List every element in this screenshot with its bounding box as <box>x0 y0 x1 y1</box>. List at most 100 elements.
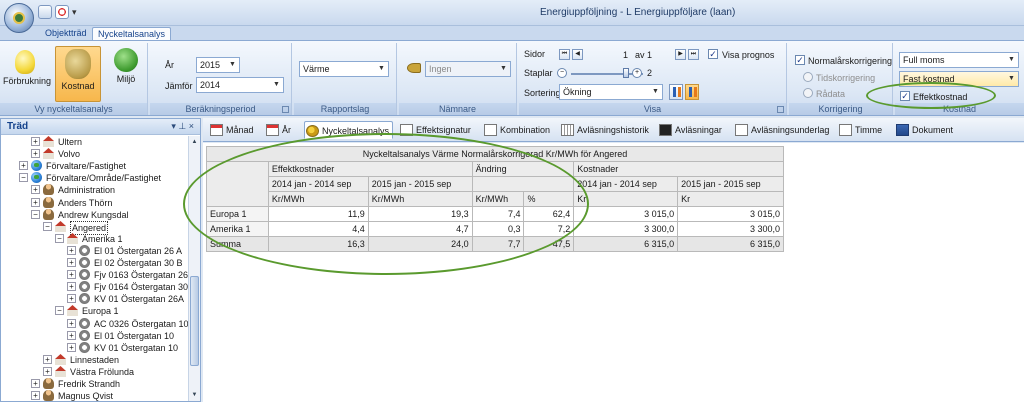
year-select[interactable]: 2015 ▼ <box>196 57 240 73</box>
tab-objekttrad[interactable]: Objektträd <box>40 27 92 40</box>
collapse-icon[interactable]: − <box>19 173 28 182</box>
collapse-icon[interactable]: − <box>43 222 52 231</box>
tree-node[interactable]: + Magnus Qvist <box>31 390 189 402</box>
dialog-launcher-icon[interactable] <box>282 106 289 113</box>
tree-node[interactable]: − Förvaltare/Område/Fastighet <box>19 172 189 184</box>
expand-icon[interactable]: + <box>31 391 40 400</box>
tab-dokument[interactable]: Dokument <box>895 121 956 139</box>
tree-node[interactable]: + El 02 Östergatan 30 B <box>67 257 189 269</box>
staplar-slider-thumb[interactable] <box>623 68 629 78</box>
tree-node[interactable]: + El 01 Östergatan 10 <box>67 330 189 342</box>
tab-label: Nyckeltalsanalys <box>322 126 390 136</box>
tab-avlasningshistorik[interactable]: Avläsningshistorik <box>560 121 652 139</box>
miljo-button[interactable]: Miljö <box>107 46 145 98</box>
collapse-icon[interactable]: − <box>55 306 64 315</box>
sort-descending-icon[interactable] <box>685 84 699 100</box>
tab-ar[interactable]: År <box>265 121 294 139</box>
tree-node[interactable]: + KV 01 Östergatan 10 <box>67 342 189 354</box>
table-row[interactable]: Amerika 1 4,4 4,7 0,3 7,2 3 300,0 3 300,… <box>206 221 784 237</box>
kostnad-button[interactable]: Kostnad <box>55 46 101 102</box>
tab-kombination[interactable]: Kombination <box>483 121 553 139</box>
tree-node[interactable]: − Europa 1 <box>55 305 189 317</box>
tab-manad[interactable]: Månad <box>209 121 257 139</box>
tree-node[interactable]: + Anders Thörn <box>31 197 189 209</box>
expand-icon[interactable]: + <box>31 379 40 388</box>
expand-icon[interactable]: + <box>67 258 76 267</box>
tree-node[interactable]: + Administration <box>31 184 189 196</box>
last-page-button[interactable]: ⏭ <box>688 49 699 60</box>
group-berakningsperiod: År 2015 ▼ Jämför 2014 ▼ Beräkningsperiod <box>150 43 292 115</box>
expand-icon[interactable]: + <box>43 355 52 364</box>
expand-icon[interactable]: + <box>67 331 76 340</box>
collapse-icon[interactable]: − <box>31 210 40 219</box>
collapse-icon[interactable]: − <box>55 234 64 243</box>
staplar-decrease-button[interactable]: − <box>557 68 567 78</box>
scroll-up-icon[interactable]: ▲ <box>190 137 199 147</box>
visa-prognos-checkbox[interactable]: ✓ <box>708 49 718 59</box>
tree-node[interactable]: + KV 01 Östergatan 26A <box>67 293 189 305</box>
namnare-select[interactable]: Ingen ▼ <box>425 61 511 77</box>
expand-icon[interactable]: + <box>67 246 76 255</box>
tab-nyckeltalsanalys-view[interactable]: Nyckeltalsanalys <box>304 121 394 139</box>
tree-node[interactable]: + Förvaltare/Fastighet <box>19 160 189 172</box>
unit-header: Kr/MWh <box>367 191 473 207</box>
fast-kostnad-select[interactable]: Fast kostnad ▼ <box>899 71 1019 87</box>
tree-node[interactable]: + El 01 Östergatan 26 A <box>67 245 189 257</box>
dialog-launcher-icon[interactable] <box>777 106 784 113</box>
forbrukning-button[interactable]: Förbrukning <box>3 46 51 98</box>
qat-dropdown-icon[interactable]: ▾ <box>72 5 80 19</box>
first-page-button[interactable]: ⏮ <box>559 49 570 60</box>
tree-node[interactable]: − Amerika 1 <box>55 233 189 245</box>
tree-node[interactable]: + Fjv 0164 Östergatan 30A <box>67 281 194 293</box>
expand-icon[interactable]: + <box>43 367 52 376</box>
tree-node[interactable]: + Fjv 0163 Östergatan 26A <box>67 269 194 281</box>
summary-row[interactable]: Summa 16,3 24,0 7,7 47,5 6 315,0 6 315,0 <box>206 236 784 252</box>
table-row[interactable]: Europa 1 11,9 19,3 7,4 62,4 3 015,0 3 01… <box>206 206 784 222</box>
tree-scrollbar[interactable]: ▲ ▼ <box>188 136 200 401</box>
scroll-thumb[interactable] <box>190 276 199 366</box>
sort-ascending-icon[interactable] <box>669 84 683 100</box>
expand-icon[interactable]: + <box>19 161 28 170</box>
expand-icon[interactable]: + <box>67 294 76 303</box>
expand-icon[interactable]: + <box>31 149 40 158</box>
tree-node[interactable]: + AC 0326 Östergatan 10 <box>67 318 189 330</box>
pin-icon[interactable]: ▾ ⊥ × <box>171 119 194 134</box>
tab-timme[interactable]: Timme <box>838 121 885 139</box>
tidskorrigering-radio[interactable] <box>803 72 813 82</box>
tab-nyckeltalsanalys[interactable]: Nyckeltalsanalys <box>92 27 172 40</box>
tree-node[interactable]: + Ultern <box>31 136 189 148</box>
moms-select[interactable]: Full moms ▼ <box>899 52 1019 68</box>
tree-node[interactable]: − Andrew Kungsdal <box>31 209 189 221</box>
tree-node[interactable]: + Linnestaden <box>43 354 189 366</box>
expand-icon[interactable]: + <box>67 319 76 328</box>
effektkostnad-checkbox[interactable]: ✓ <box>900 91 910 101</box>
table-cell: 7,2 <box>523 221 575 237</box>
staplar-increase-button[interactable]: + <box>632 68 642 78</box>
prev-page-button[interactable]: ◀ <box>572 49 583 60</box>
radata-radio[interactable] <box>803 88 813 98</box>
normalars-label: Normalårskorrigering <box>808 56 893 66</box>
refresh-icon[interactable] <box>38 5 52 19</box>
staplar-value: 2 <box>647 68 653 78</box>
app-menu-button[interactable] <box>4 3 34 33</box>
normalars-checkbox[interactable]: ✓ <box>795 55 805 65</box>
rapportslag-select[interactable]: Värme ▼ <box>299 61 389 77</box>
tree-node[interactable]: + Västra Frölunda <box>43 366 189 378</box>
tree-node[interactable]: + Volvo <box>31 148 189 160</box>
expand-icon[interactable]: + <box>67 282 76 291</box>
sortering-select[interactable]: Ökning ▼ <box>559 84 663 100</box>
compare-year-select[interactable]: 2014 ▼ <box>196 77 284 93</box>
expand-icon[interactable]: + <box>31 137 40 146</box>
tab-avlasningsunderlag[interactable]: Avläsningsunderlag <box>734 121 832 139</box>
expand-icon[interactable]: + <box>31 185 40 194</box>
tab-avlasningar[interactable]: Avläsningar <box>658 121 725 139</box>
tree-node[interactable]: + Fredrik Strandh <box>31 378 189 390</box>
next-page-button[interactable]: ▶ <box>675 49 686 60</box>
expand-icon[interactable]: + <box>67 343 76 352</box>
tab-effektsignatur[interactable]: Effektsignatur <box>399 121 474 139</box>
tree-node[interactable]: − Angered <box>43 221 189 235</box>
scroll-down-icon[interactable]: ▼ <box>190 390 199 400</box>
expand-icon[interactable]: + <box>31 198 40 207</box>
help-lifebuoy-icon[interactable] <box>55 5 69 19</box>
expand-icon[interactable]: + <box>67 270 76 279</box>
